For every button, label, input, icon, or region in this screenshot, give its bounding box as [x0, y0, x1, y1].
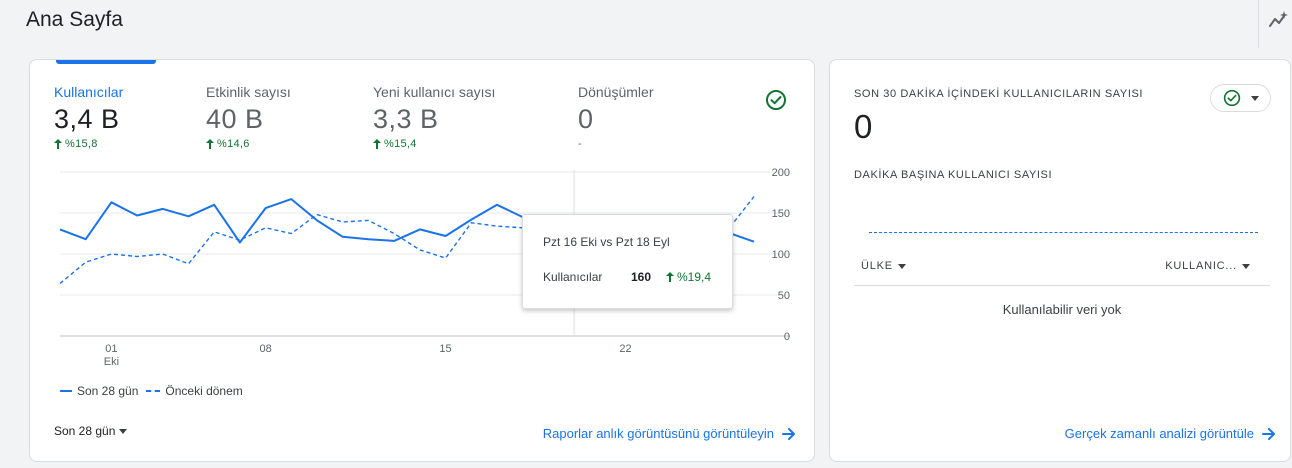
page-title: Ana Sayfa — [26, 8, 123, 31]
realtime-card: SON 30 DAKİKA İÇİNDEKİ KULLANICILARIN SA… — [829, 59, 1291, 462]
metric-label: Etkinlik sayısı — [206, 84, 291, 100]
y-tick-label: 50 — [778, 290, 790, 302]
metric-value: 3,3 B — [373, 104, 439, 134]
x-tick-label: 15 — [439, 343, 451, 355]
legend-item-current: Son 28 gün — [60, 384, 138, 398]
insights-sparkle-icon — [1269, 11, 1288, 27]
reports-snapshot-label: Raporlar anlık görüntüsünü görüntüleyin — [542, 426, 774, 441]
tooltip-change: %19,4 — [666, 270, 711, 284]
metric-value: 3,4 B — [54, 104, 120, 134]
tooltip-metric: Kullanıcılar — [543, 270, 603, 284]
metric-label: Dönüşümler — [578, 84, 654, 100]
arrow-up-icon — [206, 139, 214, 149]
data-quality-button[interactable] — [763, 87, 789, 113]
chevron-down-icon — [897, 263, 906, 269]
realtime-subtitle: DAKİKA BAŞINA KULLANICI SAYISI — [854, 169, 1053, 181]
check-circle-icon — [766, 90, 786, 110]
realtime-analysis-link[interactable]: Gerçek zamanlı analizi görüntüle — [1065, 426, 1276, 441]
metric-change-value: %15,8 — [65, 138, 98, 150]
reports-snapshot-link[interactable]: Raporlar anlık görüntüsünü görüntüleyin — [543, 426, 796, 441]
check-circle-icon — [1223, 89, 1240, 107]
x-tick-label: 08 — [260, 343, 272, 355]
arrow-right-icon — [1262, 427, 1275, 440]
metric-change: - — [578, 138, 653, 150]
metric-tab-conversions[interactable]: Dönüşümler 0 - — [578, 84, 653, 150]
toolbar-divider — [1258, 0, 1259, 48]
y-tick-label: 0 — [784, 331, 790, 343]
realtime-user-count: 0 — [854, 108, 873, 145]
per-minute-bar-chart — [869, 232, 1258, 233]
chevron-down-icon — [1242, 263, 1250, 269]
metric-tab-new-users[interactable]: Yeni kullanıcı sayısı 3,3 B %15,4 — [373, 84, 495, 150]
legend-label: Son 28 gün — [77, 384, 139, 398]
metric-change-value: - — [578, 138, 582, 150]
arrow-up-icon — [54, 139, 62, 149]
chevron-down-icon — [119, 428, 128, 434]
metric-change: %15,4 — [373, 138, 495, 150]
active-tab-indicator — [56, 60, 156, 64]
chart-legend: Son 28 gün Önceki dönem — [60, 384, 251, 398]
column-label: KULLANIC... — [1165, 260, 1237, 272]
date-range-select[interactable]: Son 28 gün — [54, 424, 128, 438]
metric-value: 0 — [578, 104, 594, 134]
date-range-label: Son 28 gün — [54, 424, 116, 438]
metric-label: Kullanıcılar — [54, 84, 124, 100]
insights-button[interactable] — [1266, 6, 1292, 32]
arrow-up-icon — [666, 272, 674, 282]
legend-label: Önceki dönem — [165, 384, 243, 398]
legend-item-previous: Önceki dönem — [146, 384, 243, 398]
metric-change-value: %14,6 — [217, 138, 250, 150]
column-label: ÜLKE — [861, 260, 893, 272]
tooltip-title: Pzt 16 Eki vs Pzt 18 Eyl — [543, 235, 670, 249]
arrow-up-icon — [373, 139, 381, 149]
arrow-right-icon — [782, 427, 795, 440]
metric-change-value: %15,4 — [384, 138, 417, 150]
metric-change: %14,6 — [206, 138, 291, 150]
column-header-country[interactable]: ÜLKE — [861, 260, 906, 272]
chevron-down-icon — [1250, 95, 1259, 101]
realtime-title: SON 30 DAKİKA İÇİNDEKİ KULLANICILARIN SA… — [854, 88, 1144, 100]
y-tick-label: 100 — [772, 249, 790, 261]
tooltip-change-value: %19,4 — [677, 270, 712, 284]
realtime-analysis-label: Gerçek zamanlı analizi görüntüle — [1064, 426, 1254, 441]
x-tick-label: 01 — [105, 343, 117, 355]
metric-change: %15,8 — [54, 138, 123, 150]
metric-value: 40 B — [206, 104, 264, 134]
realtime-table-header: ÜLKE KULLANIC... — [854, 254, 1270, 286]
x-tick-sublabel: Eki — [104, 356, 119, 368]
x-tick-label: 22 — [619, 343, 631, 355]
chart-tooltip: Pzt 16 Eki vs Pzt 18 Eyl Kullanıcılar 16… — [522, 214, 733, 309]
column-header-users[interactable]: KULLANIC... — [1165, 260, 1250, 272]
tooltip-value: 160 — [631, 270, 652, 284]
metric-tab-users[interactable]: Kullanıcılar 3,4 B %15,8 — [54, 84, 123, 150]
realtime-quality-select[interactable] — [1210, 84, 1271, 112]
empty-state-text: Kullanılabilir veri yok — [1002, 302, 1122, 317]
metric-tab-events[interactable]: Etkinlik sayısı 40 B %14,6 — [206, 84, 291, 150]
metric-label: Yeni kullanıcı sayısı — [373, 84, 496, 100]
y-tick-label: 200 — [772, 167, 790, 179]
legend-swatch-solid — [60, 390, 72, 392]
legend-swatch-dashed — [146, 390, 161, 392]
overview-card: Kullanıcılar 3,4 B %15,8 Etkinlik sayısı… — [29, 59, 815, 462]
y-tick-label: 150 — [772, 208, 790, 220]
